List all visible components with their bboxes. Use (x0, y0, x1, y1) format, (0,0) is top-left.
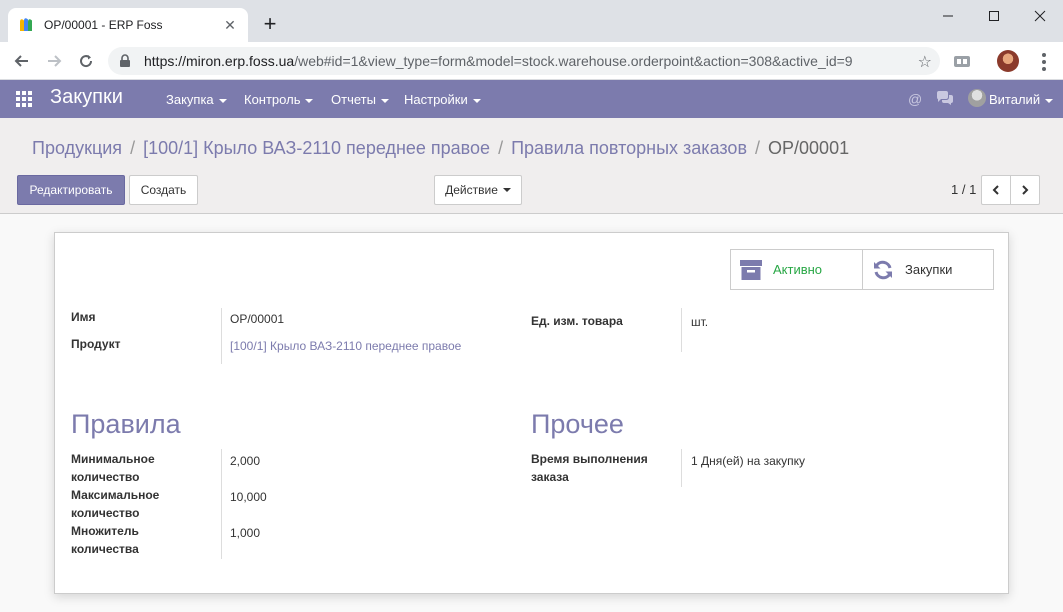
field-divider (681, 308, 682, 352)
create-button[interactable]: Создать (129, 175, 198, 205)
chevron-left-icon (992, 185, 999, 195)
pager-previous-button[interactable] (981, 175, 1011, 205)
uom-label: Ед. изм. товара (531, 314, 623, 328)
menu-purchase[interactable]: Закупка (166, 92, 227, 107)
min-qty-label-line1: Минимальное (71, 452, 155, 466)
tab-title: OP/00001 - ERP Foss (44, 18, 163, 32)
lead-time-label-line1: Время выполнения (531, 452, 648, 466)
min-qty-label: Минимальное количество (71, 450, 155, 486)
menu-label: Контроль (244, 92, 301, 107)
lead-time-label-line2: заказа (531, 470, 569, 484)
star-icon[interactable]: ☆ (918, 52, 932, 72)
refresh-icon (871, 258, 895, 282)
browser-tab[interactable]: OP/00001 - ERP Foss ✕ (8, 8, 248, 42)
caret-down-icon (472, 98, 481, 103)
edit-button[interactable]: Редактировать (17, 175, 125, 205)
pager-value: 1 / 1 (951, 182, 977, 197)
min-qty-value: 2,000 (230, 454, 261, 468)
address-bar[interactable]: https://miron.erp.foss.ua/web#id=1&view_… (108, 47, 940, 75)
lead-time-value: 1 Дня(ей) на закупку (691, 454, 806, 468)
qty-multiple-label: Множитель количества (71, 522, 139, 558)
url-text: https://miron.erp.foss.ua/web#id=1&view_… (144, 53, 940, 69)
breadcrumb-separator: / (130, 138, 136, 158)
user-avatar[interactable] (968, 89, 986, 107)
apps-grid-icon[interactable] (16, 91, 34, 107)
url-path: /web#id=1&view_type=form&model=stock.war… (294, 53, 853, 69)
menu-reports[interactable]: Отчеты (331, 92, 389, 107)
product-label: Продукт (71, 337, 121, 351)
reload-icon[interactable] (74, 49, 98, 73)
window-close-icon[interactable] (1017, 0, 1063, 32)
stat-button-box: Активно Закупки (730, 249, 994, 290)
kebab-menu-icon[interactable] (1034, 52, 1054, 72)
qty-multiple-value: 1,000 (230, 526, 261, 540)
name-value: OP/00001 (230, 312, 285, 326)
user-name-label: Виталий (989, 92, 1041, 107)
min-qty-label-line2: количество (71, 470, 140, 484)
forward-arrow-icon[interactable] (42, 49, 66, 73)
max-qty-label-line1: Максимальное (71, 488, 160, 502)
max-qty-value: 10,000 (230, 490, 267, 504)
menu-settings[interactable]: Настройки (404, 92, 481, 107)
action-dropdown-button[interactable]: Действие (434, 175, 522, 205)
url-host: https://miron.erp.foss.ua (144, 53, 295, 69)
extension-icon[interactable] (953, 53, 971, 69)
caret-down-icon (1045, 98, 1054, 103)
qty-multiple-label-line2: количества (71, 542, 139, 556)
menu-control[interactable]: Контроль (244, 92, 314, 107)
at-mention-icon[interactable]: @ (908, 91, 922, 107)
breadcrumb: Продукция / [100/1] Крыло ВАЗ-2110 передне… (32, 138, 849, 159)
qty-multiple-label-line1: Множитель (71, 524, 139, 538)
field-divider (681, 449, 682, 487)
back-arrow-icon[interactable] (10, 49, 34, 73)
menu-label: Закупка (166, 92, 214, 107)
procurements-button[interactable]: Закупки (862, 250, 993, 289)
caret-down-icon (218, 98, 227, 103)
user-menu[interactable]: Виталий (989, 92, 1054, 107)
caret-down-icon (502, 188, 511, 192)
rules-section-title: Правила (71, 409, 181, 439)
form-sheet: Активно Закупки Имя OP/00001 Продукт [10… (54, 232, 1009, 594)
uom-value: шт. (691, 315, 709, 329)
chevron-right-icon (1022, 185, 1029, 195)
erp-foss-favicon-icon (18, 17, 34, 33)
main-navbar: Закупки Закупка Контроль Отчеты Настройк… (0, 80, 1063, 118)
max-qty-label-line2: количество (71, 506, 140, 520)
active-toggle-button[interactable]: Активно (731, 250, 862, 289)
breadcrumb-separator: / (755, 138, 761, 158)
lead-time-label: Время выполнения заказа (531, 450, 648, 486)
browser-toolbar: https://miron.erp.foss.ua/web#id=1&view_… (0, 42, 1063, 80)
product-link[interactable]: [100/1] Крыло ВАЗ-2110 переднее правое (230, 337, 461, 355)
pager-next-button[interactable] (1010, 175, 1040, 205)
breadcrumb-products[interactable]: Продукция (32, 138, 122, 158)
caret-down-icon (305, 98, 314, 103)
procurements-label: Закупки (905, 262, 953, 277)
browser-tabstrip: OP/00001 - ERP Foss ✕ + (0, 0, 1063, 42)
chat-bubbles-icon[interactable] (936, 91, 954, 109)
other-section-title: Прочее (531, 409, 624, 439)
field-divider (221, 449, 222, 559)
new-tab-plus-icon[interactable]: + (258, 12, 282, 36)
window-maximize-icon[interactable] (971, 0, 1017, 32)
menu-label: Отчеты (331, 92, 376, 107)
app-title: Закупки (50, 86, 123, 108)
breadcrumb-separator: / (498, 138, 504, 158)
tab-close-icon[interactable]: ✕ (222, 17, 238, 33)
profile-avatar[interactable] (997, 50, 1019, 72)
active-label: Активно (773, 262, 823, 277)
max-qty-label: Максимальное количество (71, 486, 159, 522)
breadcrumb-product[interactable]: [100/1] Крыло ВАЗ-2110 переднее правое (143, 138, 490, 158)
caret-down-icon (380, 98, 389, 103)
window-minimize-icon[interactable] (925, 0, 971, 32)
name-label: Имя (71, 310, 96, 324)
breadcrumb-current: OP/00001 (768, 138, 850, 158)
action-label: Действие (445, 183, 498, 197)
control-panel: Продукция / [100/1] Крыло ВАЗ-2110 передне… (0, 118, 1063, 214)
field-divider (221, 308, 222, 364)
archive-box-icon (739, 258, 763, 282)
menu-label: Настройки (404, 92, 468, 107)
breadcrumb-reorder-rules[interactable]: Правила повторных заказов (511, 138, 747, 158)
lock-icon (118, 54, 132, 68)
